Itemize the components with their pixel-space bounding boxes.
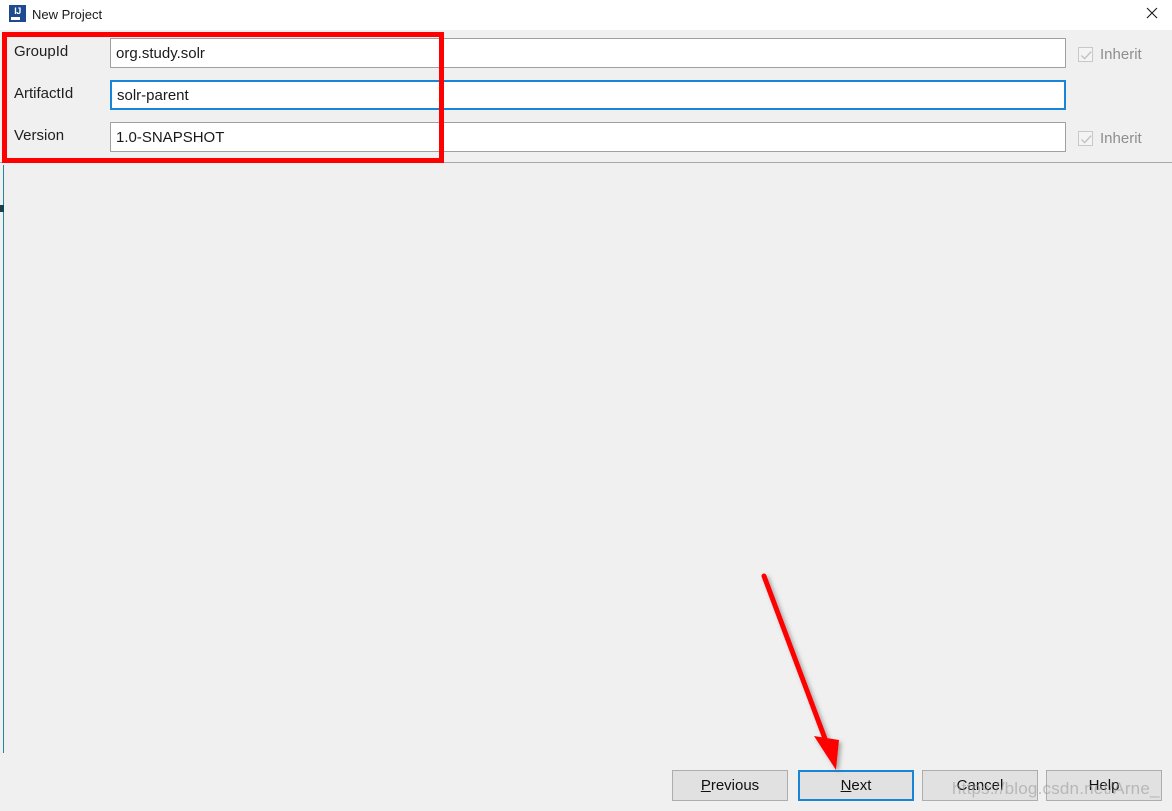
inherit-label-groupid: Inherit <box>1100 45 1142 63</box>
next-button[interactable]: Next <box>798 770 914 801</box>
label-artifactid: ArtifactId <box>14 85 74 102</box>
left-accent-rail <box>3 165 4 765</box>
label-version: Version <box>14 127 65 144</box>
next-button-mnemonic: N <box>840 777 852 794</box>
previous-button-mnemonic: P <box>700 777 711 794</box>
maven-coordinates-form: GroupId Inherit ArtifactId Version Inher… <box>0 30 1172 161</box>
window-titlebar: IJ New Project <box>0 0 1172 30</box>
inherit-groupid[interactable]: Inherit <box>1078 44 1142 64</box>
app-icon-bar <box>11 17 20 20</box>
left-rail-marker <box>0 205 4 212</box>
checkbox-icon[interactable] <box>1078 46 1093 62</box>
previous-button-label: revious <box>710 777 760 794</box>
next-button-label: ext <box>851 777 872 794</box>
dialog-body <box>0 163 1172 753</box>
field-row-groupid: GroupId Inherit <box>0 33 1172 75</box>
inherit-version[interactable]: Inherit <box>1078 128 1142 148</box>
dialog-button-bar: Previous Next Cancel Help <box>0 753 1172 811</box>
field-row-version: Version Inherit <box>0 117 1172 159</box>
close-icon[interactable] <box>1132 0 1172 28</box>
label-groupid: GroupId <box>14 43 69 60</box>
close-glyph <box>1146 7 1158 19</box>
cancel-button-label: Cancel <box>956 777 1004 794</box>
inherit-label-version: Inherit <box>1100 129 1142 147</box>
help-button-label: Help <box>1088 777 1120 794</box>
groupid-input[interactable] <box>110 38 1066 68</box>
intellij-idea-icon: IJ <box>9 5 26 22</box>
check-icon <box>1081 134 1092 144</box>
version-input[interactable] <box>110 122 1066 152</box>
help-button[interactable]: Help <box>1046 770 1162 801</box>
cancel-button[interactable]: Cancel <box>922 770 1038 801</box>
checkbox-icon[interactable] <box>1078 130 1093 146</box>
window-title: New Project <box>32 7 103 22</box>
field-row-artifactid: ArtifactId <box>0 75 1172 117</box>
previous-button[interactable]: Previous <box>672 770 788 801</box>
check-icon <box>1081 50 1092 60</box>
artifactid-input[interactable] <box>110 80 1066 110</box>
